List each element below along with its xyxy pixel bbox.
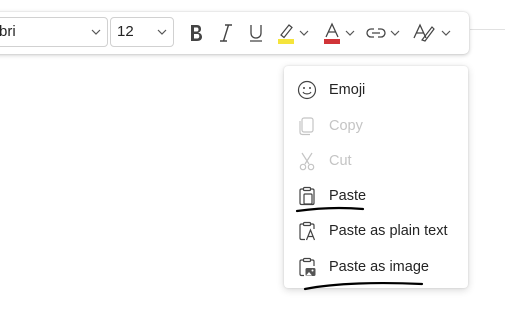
context-menu: Emoji Copy Cut Paste Paste as plain text — [284, 66, 468, 288]
bold-button[interactable] — [186, 21, 206, 45]
underline-button[interactable] — [246, 21, 266, 45]
bold-icon — [191, 25, 202, 41]
formatting-toolbar: bri 12 — [0, 12, 469, 54]
chevron-down-icon — [91, 29, 101, 35]
font-size-dropdown[interactable]: 12 — [110, 17, 174, 47]
copy-icon — [299, 117, 314, 136]
highlight-button[interactable] — [276, 21, 312, 45]
text-style-button[interactable] — [412, 21, 454, 45]
font-name-value: bri — [0, 23, 16, 40]
paste-plain-text-icon — [299, 221, 316, 241]
font-color-icon — [324, 22, 355, 44]
font-name-dropdown[interactable]: bri — [0, 17, 108, 47]
menu-item-copy[interactable]: Copy — [284, 108, 468, 143]
menu-item-paste-image[interactable]: Paste as image — [284, 249, 468, 284]
menu-item-label: Copy — [329, 117, 363, 134]
menu-item-label: Paste as image — [329, 258, 429, 275]
underline-icon — [250, 25, 262, 42]
paste-image-icon — [299, 257, 316, 277]
menu-item-label: Paste as plain text — [329, 222, 448, 239]
italic-icon — [220, 24, 232, 42]
paste-icon — [299, 186, 315, 206]
chevron-down-icon — [157, 29, 167, 35]
menu-item-emoji[interactable]: Emoji — [284, 72, 468, 107]
menu-item-label: Emoji — [329, 81, 366, 98]
link-icon — [366, 28, 400, 38]
emoji-icon — [297, 80, 317, 100]
link-button[interactable] — [366, 21, 404, 45]
menu-item-cut[interactable]: Cut — [284, 143, 468, 178]
menu-item-paste-plain-text[interactable]: Paste as plain text — [284, 213, 468, 248]
italic-button[interactable] — [216, 21, 236, 45]
menu-item-paste[interactable]: Paste — [284, 178, 468, 213]
highlighter-icon — [278, 24, 309, 44]
divider-line — [470, 29, 505, 30]
text-style-icon — [413, 23, 451, 42]
menu-item-label: Paste — [329, 187, 367, 204]
font-size-value: 12 — [117, 23, 134, 40]
menu-item-label: Cut — [329, 152, 352, 169]
cut-icon — [299, 152, 315, 171]
font-color-button[interactable] — [322, 21, 358, 45]
